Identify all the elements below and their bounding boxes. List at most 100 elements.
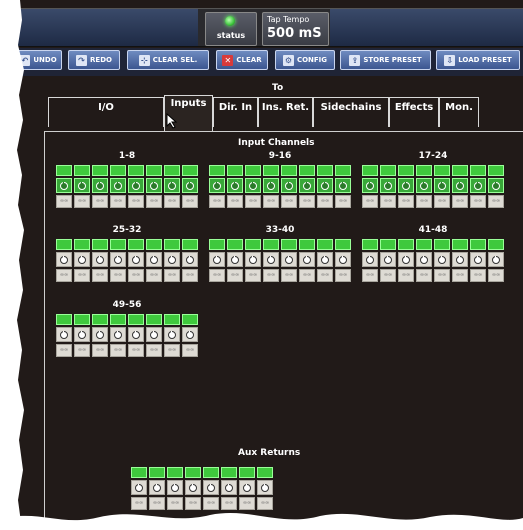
channel-power-button[interactable] <box>452 178 468 193</box>
clear-selection-button[interactable]: ⊹ CLEAR SEL. <box>127 50 209 70</box>
channel-active-indicator[interactable] <box>398 239 414 250</box>
channel-active-indicator[interactable] <box>182 239 198 250</box>
channel-strip[interactable]: ∞∞ <box>434 239 450 283</box>
channel-name-slot[interactable]: ∞∞ <box>335 195 351 208</box>
channel-power-button[interactable] <box>299 252 315 267</box>
channel-strip[interactable]: ∞∞ <box>416 165 432 209</box>
channel-active-indicator[interactable] <box>398 165 414 176</box>
channel-strip[interactable]: ∞∞ <box>209 239 225 283</box>
channel-strip[interactable]: ∞∞ <box>281 239 297 283</box>
channel-name-slot[interactable]: ∞∞ <box>434 269 450 282</box>
channel-power-button[interactable] <box>92 252 108 267</box>
channel-power-button[interactable] <box>416 252 432 267</box>
channel-active-indicator[interactable] <box>416 239 432 250</box>
load-preset-button[interactable]: ⇩ LOAD PRESET <box>436 50 520 70</box>
channel-power-button[interactable] <box>434 178 450 193</box>
channel-active-indicator[interactable] <box>74 239 90 250</box>
channel-active-indicator[interactable] <box>335 165 351 176</box>
channel-name-slot[interactable]: ∞∞ <box>128 344 144 357</box>
channel-strip[interactable]: ∞∞ <box>92 314 108 358</box>
channel-power-button[interactable] <box>203 480 219 495</box>
channel-name-slot[interactable]: ∞∞ <box>452 195 468 208</box>
channel-name-slot[interactable]: ∞∞ <box>227 269 243 282</box>
channel-active-indicator[interactable] <box>488 165 504 176</box>
channel-active-indicator[interactable] <box>56 239 72 250</box>
channel-strip[interactable]: ∞∞ <box>164 239 180 283</box>
channel-name-slot[interactable]: ∞∞ <box>209 195 225 208</box>
channel-active-indicator[interactable] <box>299 165 315 176</box>
channel-strip[interactable]: ∞∞ <box>92 165 108 209</box>
channel-active-indicator[interactable] <box>146 239 162 250</box>
channel-name-slot[interactable]: ∞∞ <box>56 269 72 282</box>
channel-active-indicator[interactable] <box>245 165 261 176</box>
channel-power-button[interactable] <box>110 178 126 193</box>
channel-name-slot[interactable]: ∞∞ <box>128 195 144 208</box>
channel-strip[interactable]: ∞∞ <box>488 239 504 283</box>
channel-active-indicator[interactable] <box>182 165 198 176</box>
channel-active-indicator[interactable] <box>227 165 243 176</box>
channel-name-slot[interactable]: ∞∞ <box>74 269 90 282</box>
channel-strip[interactable]: ∞∞ <box>434 165 450 209</box>
channel-active-indicator[interactable] <box>128 239 144 250</box>
channel-power-button[interactable] <box>164 178 180 193</box>
channel-power-button[interactable] <box>56 252 72 267</box>
channel-strip[interactable]: ∞∞ <box>299 239 315 283</box>
channel-power-button[interactable] <box>92 178 108 193</box>
channel-name-slot[interactable]: ∞∞ <box>56 195 72 208</box>
channel-power-button[interactable] <box>110 327 126 342</box>
tab-mon[interactable]: Mon. <box>439 97 479 127</box>
channel-active-indicator[interactable] <box>92 239 108 250</box>
channel-active-indicator[interactable] <box>92 165 108 176</box>
channel-power-button[interactable] <box>380 178 396 193</box>
channel-active-indicator[interactable] <box>164 165 180 176</box>
channel-name-slot[interactable]: ∞∞ <box>380 269 396 282</box>
channel-active-indicator[interactable] <box>245 239 261 250</box>
channel-strip[interactable]: ∞∞ <box>470 239 486 283</box>
channel-power-button[interactable] <box>182 252 198 267</box>
channel-power-button[interactable] <box>470 252 486 267</box>
channel-strip[interactable]: ∞∞ <box>74 165 90 209</box>
channel-active-indicator[interactable] <box>263 239 279 250</box>
channel-active-indicator[interactable] <box>281 239 297 250</box>
channel-active-indicator[interactable] <box>185 467 201 478</box>
channel-name-slot[interactable]: ∞∞ <box>182 269 198 282</box>
channel-active-indicator[interactable] <box>146 165 162 176</box>
tab-effects[interactable]: Effects <box>389 97 439 127</box>
channel-active-indicator[interactable] <box>452 239 468 250</box>
channel-active-indicator[interactable] <box>131 467 147 478</box>
channel-strip[interactable]: ∞∞ <box>398 165 414 209</box>
channel-strip[interactable]: ∞∞ <box>110 314 126 358</box>
channel-active-indicator[interactable] <box>257 467 273 478</box>
channel-active-indicator[interactable] <box>110 165 126 176</box>
channel-active-indicator[interactable] <box>164 314 180 325</box>
channel-active-indicator[interactable] <box>56 165 72 176</box>
redo-button[interactable]: ↷ REDO <box>68 50 120 70</box>
channel-name-slot[interactable]: ∞∞ <box>182 195 198 208</box>
channel-power-button[interactable] <box>362 252 378 267</box>
channel-strip[interactable]: ∞∞ <box>281 165 297 209</box>
channel-active-indicator[interactable] <box>92 314 108 325</box>
channel-name-slot[interactable]: ∞∞ <box>488 269 504 282</box>
channel-power-button[interactable] <box>209 178 225 193</box>
channel-name-slot[interactable]: ∞∞ <box>146 269 162 282</box>
channel-active-indicator[interactable] <box>416 165 432 176</box>
channel-strip[interactable]: ∞∞ <box>56 165 72 209</box>
channel-active-indicator[interactable] <box>209 165 225 176</box>
channel-strip[interactable]: ∞∞ <box>227 165 243 209</box>
channel-power-button[interactable] <box>92 327 108 342</box>
channel-active-indicator[interactable] <box>110 239 126 250</box>
channel-name-slot[interactable]: ∞∞ <box>470 195 486 208</box>
channel-power-button[interactable] <box>239 480 255 495</box>
channel-active-indicator[interactable] <box>362 239 378 250</box>
channel-active-indicator[interactable] <box>470 165 486 176</box>
config-button[interactable]: ⚙ CONFIG <box>275 50 335 70</box>
channel-power-button[interactable] <box>131 480 147 495</box>
channel-strip[interactable]: ∞∞ <box>128 165 144 209</box>
channel-power-button[interactable] <box>56 178 72 193</box>
channel-strip[interactable]: ∞∞ <box>56 239 72 283</box>
channel-power-button[interactable] <box>128 252 144 267</box>
channel-power-button[interactable] <box>185 480 201 495</box>
channel-name-slot[interactable]: ∞∞ <box>362 269 378 282</box>
status-button[interactable]: status <box>205 12 257 46</box>
channel-name-slot[interactable]: ∞∞ <box>434 195 450 208</box>
